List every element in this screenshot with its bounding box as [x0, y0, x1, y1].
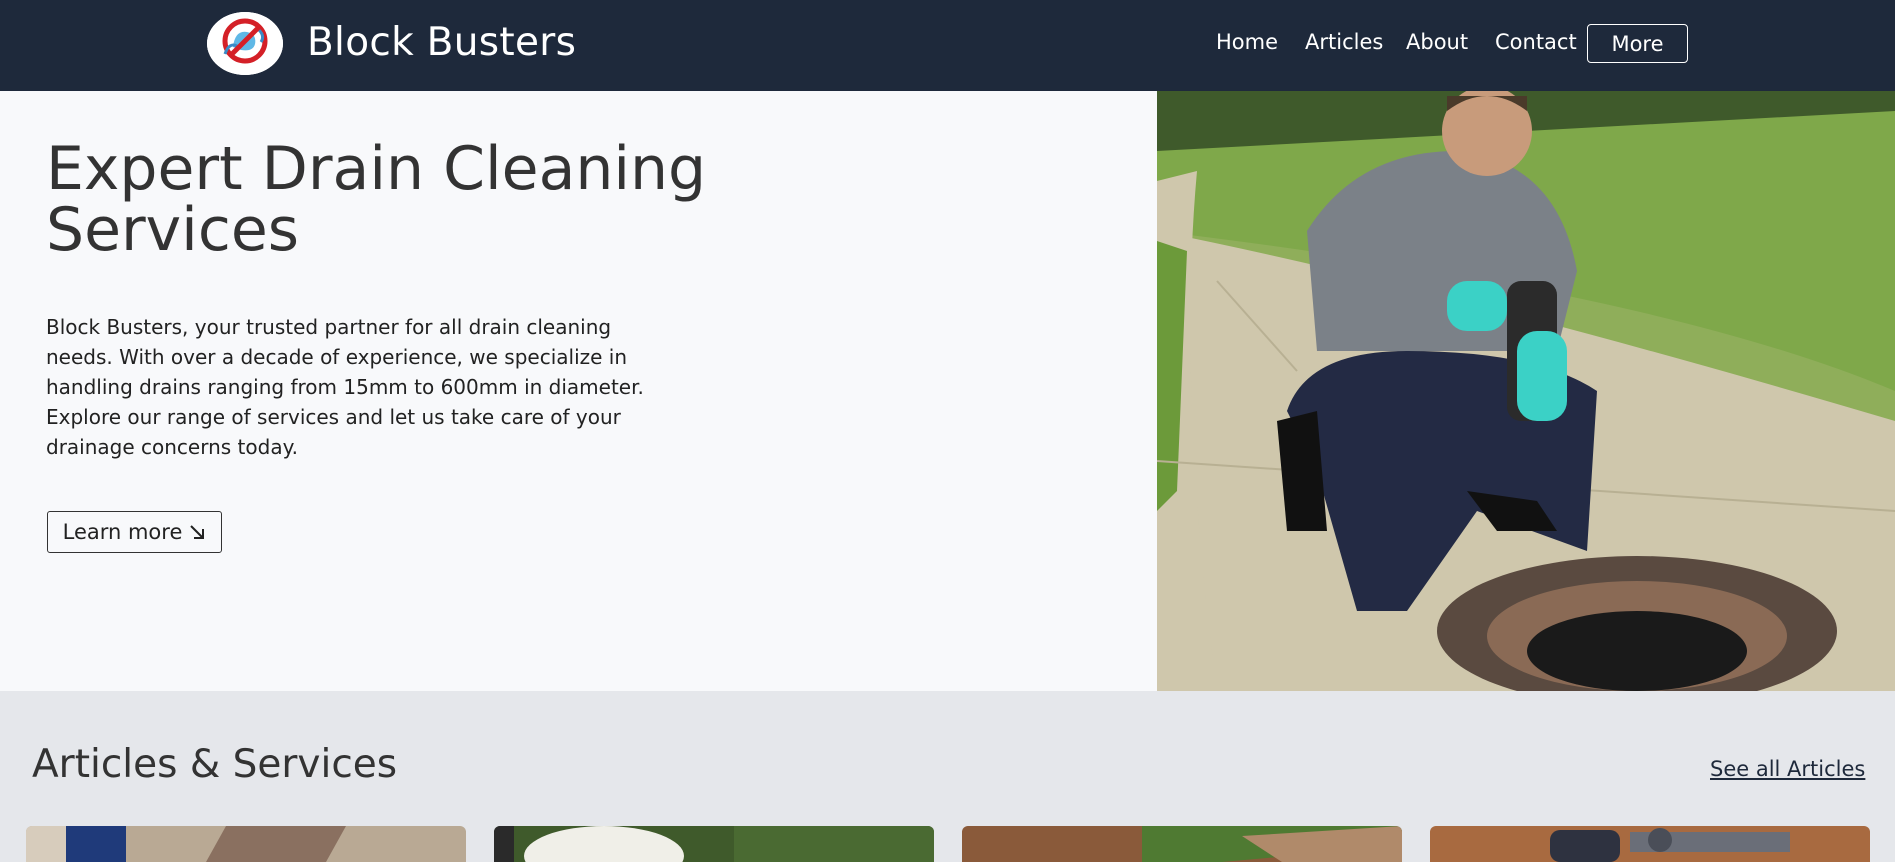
article-card[interactable]	[962, 826, 1402, 862]
article-card[interactable]	[1430, 826, 1870, 862]
technician-drain-photo	[1157, 91, 1895, 691]
nav-about[interactable]: About	[1406, 30, 1468, 54]
arrow-down-right-icon	[190, 525, 205, 539]
brand-name[interactable]: Block Busters	[307, 20, 576, 65]
learn-more-label: Learn more	[62, 520, 183, 544]
see-all-articles-link[interactable]: See all Articles	[1710, 757, 1865, 781]
article-card[interactable]	[494, 826, 934, 862]
nav-contact[interactable]: Contact	[1495, 30, 1577, 54]
article-card-image	[1430, 826, 1870, 862]
article-card[interactable]	[26, 826, 466, 862]
article-card-image	[26, 826, 466, 862]
learn-more-button[interactable]: Learn more	[47, 511, 222, 553]
article-card-image	[494, 826, 934, 862]
ghost-logo-icon	[207, 12, 283, 75]
site-header: Block Busters Home Articles About Contac…	[0, 0, 1895, 91]
hero-image	[1157, 91, 1895, 691]
more-button[interactable]: More	[1587, 24, 1688, 63]
hero-title: Expert Drain Cleaning Services	[46, 134, 707, 265]
article-card-image	[962, 826, 1402, 862]
nav-articles[interactable]: Articles	[1305, 30, 1383, 54]
hero-description: Block Busters, your trusted partner for …	[46, 315, 644, 459]
nav-home[interactable]: Home	[1216, 30, 1278, 54]
logo[interactable]	[207, 12, 283, 75]
articles-section-title: Articles & Services	[32, 742, 398, 787]
